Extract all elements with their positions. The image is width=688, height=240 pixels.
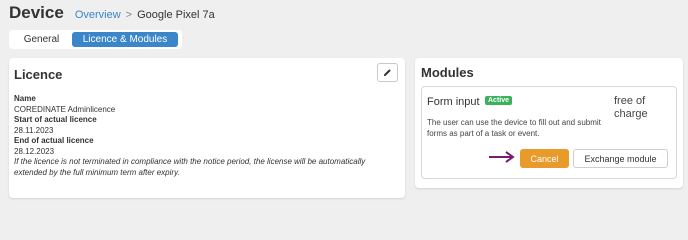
breadcrumb-overview-link[interactable]: Overview — [75, 9, 121, 21]
module-item-form-input: Form input Active free of charge The use… — [421, 86, 677, 179]
licence-start-label: Start of actual licence — [14, 115, 97, 124]
status-badge: Active — [485, 96, 513, 105]
licence-name-label: Name — [14, 94, 36, 103]
module-description: The user can use the device to fill out … — [427, 118, 601, 138]
licence-details: Name COREDINATE Adminlicence Start of ac… — [14, 94, 399, 178]
licence-name-value: COREDINATE Adminlicence — [14, 104, 116, 114]
modules-card: Modules Form input Active free of charge… — [415, 58, 683, 188]
licence-end-value: 28.12.2023 — [14, 146, 55, 156]
page-header: Device Overview > Google Pixel 7a — [9, 3, 215, 27]
breadcrumb-current: Google Pixel 7a — [137, 9, 215, 21]
licence-note: If the licence is not terminated in comp… — [14, 157, 366, 177]
tab-general[interactable]: General — [11, 32, 72, 47]
licence-end-label: End of actual licence — [14, 136, 94, 145]
tab-licence-modules[interactable]: Licence & Modules — [72, 32, 178, 47]
licence-title: Licence — [14, 67, 63, 82]
breadcrumb-separator: > — [125, 9, 133, 21]
tab-bar: General Licence & Modules — [9, 30, 182, 49]
arrow-right-icon — [489, 151, 515, 163]
licence-start-value: 28.11.2023 — [14, 125, 54, 135]
pencil-icon — [383, 69, 391, 77]
page-title: Device — [9, 3, 64, 22]
edit-licence-button[interactable] — [377, 63, 398, 82]
licence-card: Licence Name COREDINATE Adminlicence Sta… — [9, 58, 405, 198]
exchange-module-button[interactable]: Exchange module — [573, 149, 668, 168]
module-price: free of charge — [614, 95, 648, 120]
modules-title: Modules — [421, 65, 474, 80]
module-name: Form input — [427, 96, 480, 108]
cancel-button[interactable]: Cancel — [520, 149, 569, 168]
